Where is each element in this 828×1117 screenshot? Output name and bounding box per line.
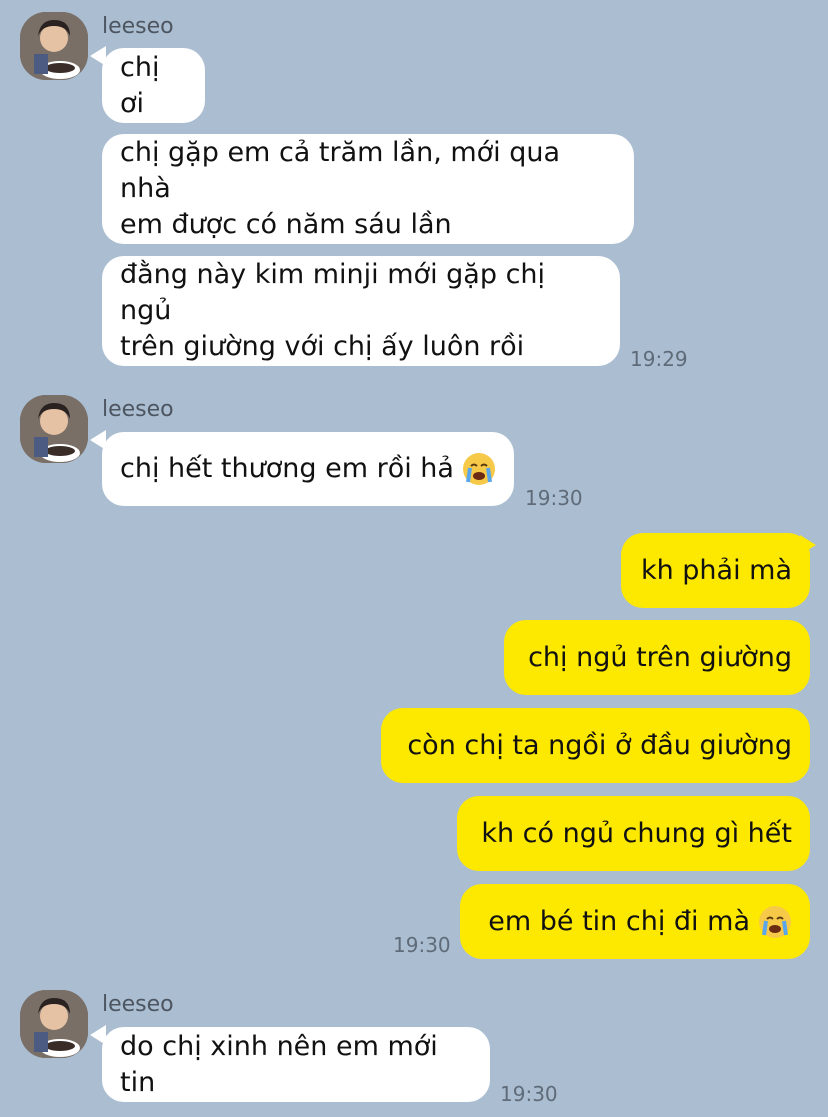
outgoing-message-bubble[interactable]: còn chị ta ngồi ở đầu giường <box>381 708 810 783</box>
incoming-message-bubble[interactable]: đằng này kim minji mới gặp chị ngủ trên … <box>102 256 620 366</box>
message-timestamp: 19:29 <box>630 347 688 371</box>
outgoing-message-bubble[interactable]: kh phải mà <box>621 533 810 608</box>
incoming-message-bubble[interactable]: do chị xinh nên em mới tin <box>102 1027 490 1102</box>
avatar[interactable] <box>20 395 88 463</box>
message-text: kh có ngủ chung gì hết <box>481 817 792 849</box>
sender-name: leeseo <box>102 397 174 422</box>
avatar[interactable] <box>20 990 88 1058</box>
message-timestamp: 19:30 <box>393 933 451 957</box>
message-text: do chị xinh nên em mới tin <box>120 1030 438 1098</box>
outgoing-message-bubble[interactable]: chị ngủ trên giường <box>504 620 810 695</box>
message-timestamp: 19:30 <box>500 1082 558 1106</box>
incoming-message-bubble[interactable]: chị hết thương em rồi hả <box>102 432 514 506</box>
message-text: kh phải mà <box>640 554 792 586</box>
crying-emoji-icon <box>462 453 495 485</box>
outgoing-message-bubble[interactable]: kh có ngủ chung gì hết <box>457 796 810 871</box>
message-text: chị ơi <box>120 51 160 119</box>
message-text: chị ngủ trên giường <box>528 641 792 673</box>
sender-name: leeseo <box>102 992 174 1017</box>
message-text: em bé tin chị đi mà <box>488 905 750 937</box>
message-text: chị hết thương em rồi hả <box>120 453 454 484</box>
outgoing-message-bubble[interactable]: em bé tin chị đi mà <box>460 884 810 959</box>
crying-emoji-icon <box>759 905 791 938</box>
avatar[interactable] <box>20 12 88 80</box>
sender-name: leeseo <box>102 14 174 39</box>
incoming-message-bubble[interactable]: chị gặp em cả trăm lần, mới qua nhà em đ… <box>102 134 634 244</box>
message-text: còn chị ta ngồi ở đầu giường <box>407 729 792 761</box>
message-text: chị gặp em cả trăm lần, mới qua nhà em đ… <box>120 137 561 240</box>
message-timestamp: 19:30 <box>525 486 583 510</box>
message-text: đằng này kim minji mới gặp chị ngủ trên … <box>120 259 546 362</box>
incoming-message-bubble[interactable]: chị ơi <box>102 48 205 123</box>
